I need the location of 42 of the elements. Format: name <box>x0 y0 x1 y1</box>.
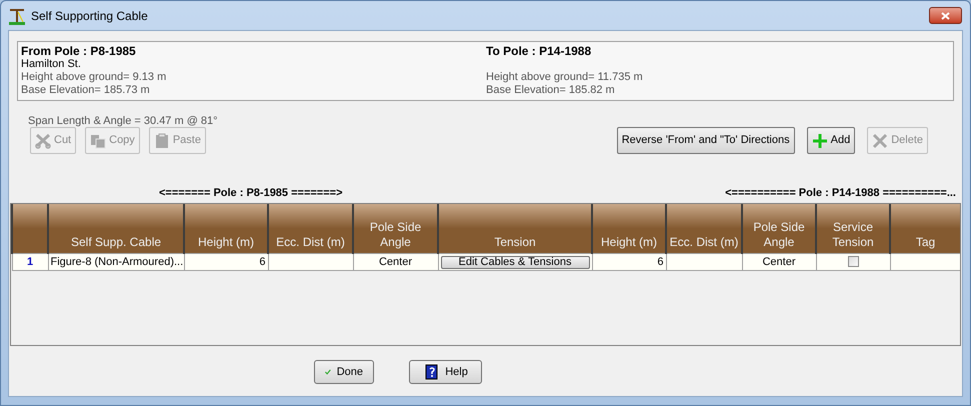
height-text: Height above ground= 11.735 m <box>486 71 643 84</box>
table-cell: 6 <box>259 256 266 268</box>
action-button[interactable]: Add <box>806 127 856 154</box>
close-icon <box>941 12 950 20</box>
pole-icon <box>9 6 25 24</box>
to-pole-heading: To Pole : P14-1988 <box>486 45 592 58</box>
table-cell: Figure-8 (Non-Armoured)... <box>50 256 183 268</box>
column-header: Height (m) <box>198 234 254 248</box>
action-button[interactable]: Reverse 'From' and "To' Directions <box>616 127 795 154</box>
column-header: Ecc. Dist (m) <box>670 234 738 248</box>
column-header: Pole Side Angle <box>370 220 422 248</box>
table-cell: Center <box>378 256 412 268</box>
span-text: Span Length & Angle = 30.47 m @ 81° <box>28 115 218 127</box>
edit-cables-button[interactable]: Edit Cables & Tensions <box>440 256 590 268</box>
checkbox[interactable] <box>848 256 858 268</box>
pole-header: <========== Pole : P14-1988 ==========... <box>725 186 956 200</box>
clipboard-icon <box>154 132 170 148</box>
column-header: Tag <box>916 234 936 248</box>
elevation-text: Base Elevation= 185.73 m <box>21 84 151 97</box>
row-number: 1 <box>26 256 34 268</box>
window-title: Self Supporting Cable <box>31 8 148 24</box>
pole-header: <======= Pole : P8-1985 =======> <box>159 186 342 200</box>
column-header: Tension <box>494 234 536 248</box>
dialog-button[interactable]: Help <box>409 360 482 384</box>
column-header: Ecc. Dist (m) <box>276 234 345 248</box>
table-cell: Center <box>762 256 796 268</box>
from-pole-heading: From Pole : P8-1985 <box>21 45 137 58</box>
plus-icon <box>812 132 828 148</box>
cross-icon <box>872 132 888 148</box>
height-text: Height above ground= 9.13 m <box>21 71 168 84</box>
street-name: Hamilton St. <box>21 58 82 71</box>
column-header: Height (m) <box>600 234 657 248</box>
elevation-text: Base Elevation= 185.82 m <box>486 84 616 97</box>
help-book-icon <box>423 364 440 380</box>
table-cell: 6 <box>657 256 664 268</box>
close-button[interactable] <box>929 7 962 24</box>
column-header: Pole Side Angle <box>753 220 805 248</box>
column-header: Service Tension <box>832 220 874 248</box>
column-header: Self Supp. Cable <box>70 234 162 248</box>
scissors-icon <box>35 132 51 148</box>
dialog-button[interactable]: Done <box>314 360 374 384</box>
copy-icon <box>90 132 106 148</box>
